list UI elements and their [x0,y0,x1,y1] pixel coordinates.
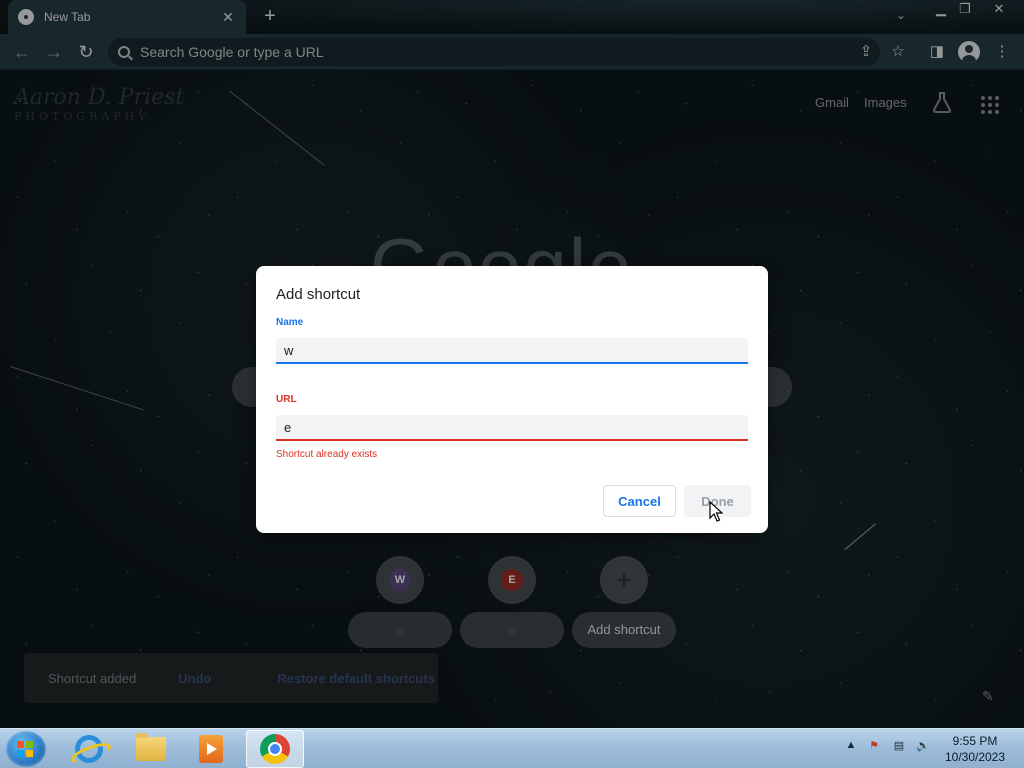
file-explorer-taskbar-button[interactable] [122,730,180,768]
forward-button[interactable]: → [40,38,68,66]
add-shortcut-tile[interactable]: + Add shortcut [572,556,676,648]
done-button[interactable]: Done [684,485,751,517]
url-input[interactable] [284,419,740,435]
undo-button[interactable]: Undo [178,671,211,686]
menu-kebab-icon[interactable]: ⋮ [990,40,1014,64]
add-shortcut-circle: + [600,556,648,604]
browser-toolbar: ← → ↻ ⇪ ☆ ◨ ⋮ [0,34,1024,70]
watermark-name: Aaron D. Priest [14,85,185,110]
omnibox[interactable] [108,38,880,66]
watermark-subtitle: PHOTOGRAPHY [14,110,150,123]
shortcut-label: w [460,612,564,648]
gmail-link[interactable]: Gmail [815,95,849,110]
chrome-favicon-icon [18,9,34,25]
photographer-watermark: Aaron D. Priest PHOTOGRAPHY [14,85,184,123]
windows-taskbar: ▲ ⚑ ▤ 🔈 9:55 PM 10/30/2023 [0,728,1024,768]
tab-close-icon[interactable]: ✕ [220,9,236,26]
omnibox-input[interactable] [140,44,800,60]
tab-title: New Tab [44,10,91,24]
chrome-taskbar-button[interactable] [246,730,304,768]
media-player-taskbar-button[interactable] [182,730,240,768]
url-error-message: Shortcut already exists [276,449,378,460]
url-field[interactable] [276,415,748,441]
name-input[interactable] [284,342,740,358]
name-field[interactable] [276,338,748,364]
show-hidden-icons-arrow-icon[interactable]: ▲ [843,739,859,755]
bookmark-star-icon[interactable]: ☆ [886,40,910,64]
reload-button[interactable]: ↻ [72,38,100,66]
add-shortcut-label: Add shortcut [572,612,676,648]
plus-icon: + [616,565,632,595]
share-icon[interactable]: ⇪ [854,40,878,64]
internet-explorer-icon [75,735,103,763]
tab-search-chevron-icon[interactable]: ⌄ [896,8,906,22]
restore-defaults-button[interactable]: Restore default shortcuts [277,671,434,686]
close-window-button[interactable]: ✕ [984,0,1014,20]
labs-flask-icon[interactable] [932,91,952,113]
shortcut-letter-icon: E [501,569,523,591]
chrome-icon [260,734,290,764]
restore-button[interactable]: ❐ [950,0,980,20]
name-field-label: Name [276,317,304,328]
network-icon[interactable]: ▤ [891,739,907,755]
shortcut-label: w [348,612,452,648]
toast-snackbar: Shortcut added Undo Restore default shor… [24,653,438,703]
toast-message: Shortcut added [48,670,137,686]
shortcut-icon-circle: E [488,556,536,604]
internet-explorer-taskbar-button[interactable] [60,730,118,768]
images-link[interactable]: Images [864,95,907,110]
clock-time: 9:55 PM [952,734,998,748]
profile-avatar[interactable] [958,41,980,63]
url-field-label: URL [276,394,297,405]
customize-pencil-icon[interactable]: ✎ [982,688,998,704]
shortcut-tile[interactable]: W w [348,556,452,648]
back-button[interactable]: ← [8,38,36,66]
shortcut-letter-icon: W [389,569,411,591]
volume-muted-icon[interactable]: 🔈 [915,739,931,755]
tab-strip: New Tab ✕ + ⌄ ▁ ❐ ✕ [0,0,1024,34]
add-shortcut-dialog: Add shortcut Name URL Shortcut already e… [256,266,768,533]
new-tab-button[interactable]: + [258,5,282,29]
start-button[interactable] [6,731,46,767]
search-icon [118,46,130,58]
shortcut-tile[interactable]: E w [460,556,564,648]
side-panel-icon[interactable]: ◨ [925,40,949,64]
cancel-button[interactable]: Cancel [603,485,676,517]
shortcut-icon-circle: W [376,556,424,604]
media-player-icon [199,735,223,763]
google-apps-grid-icon[interactable] [981,96,999,114]
folder-icon [136,733,166,761]
clock-date: 10/30/2023 [944,750,1006,764]
taskbar-clock[interactable]: 9:55 PM 10/30/2023 [940,733,1010,765]
tab-new-tab[interactable]: New Tab ✕ [8,0,246,34]
dialog-title: Add shortcut [276,286,361,303]
action-center-flag-icon[interactable]: ⚑ [866,739,882,755]
